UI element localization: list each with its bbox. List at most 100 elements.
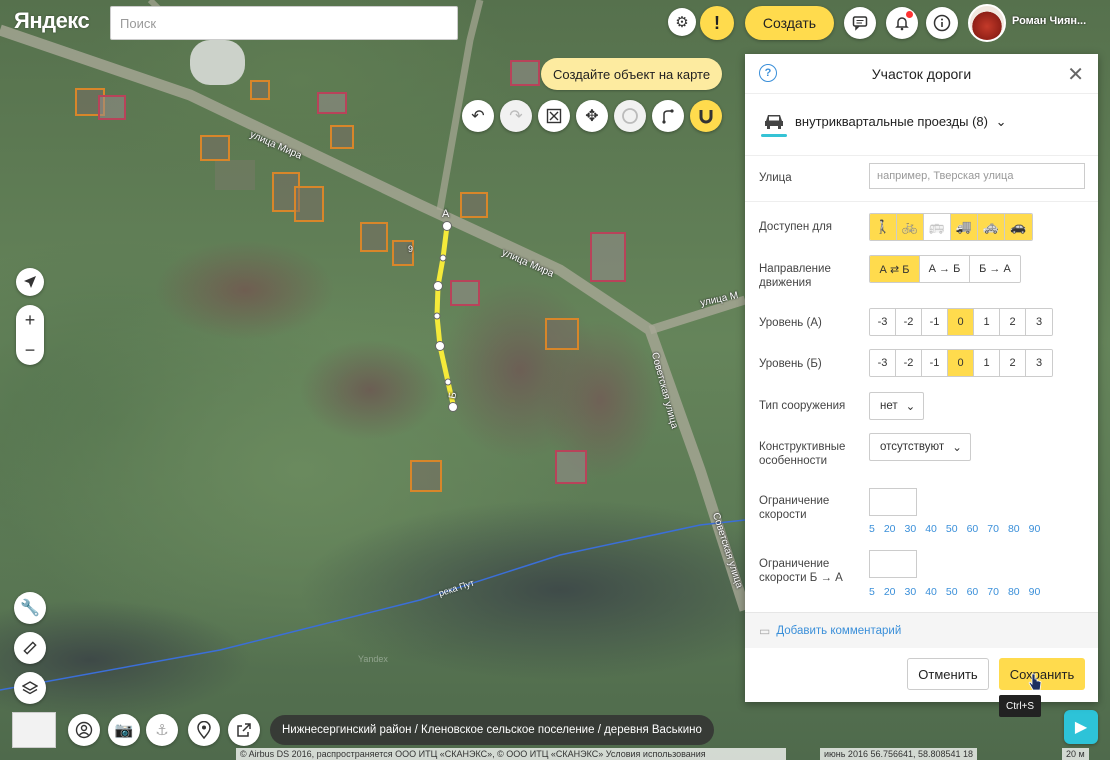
hand-cursor-icon	[1028, 673, 1042, 691]
close-icon[interactable]: ✕	[1067, 62, 1084, 87]
bus-access-toggle[interactable]: 🚌	[924, 214, 951, 240]
level-option[interactable]: 3	[1026, 309, 1052, 335]
direction-option[interactable]: Б → А	[970, 256, 1020, 282]
ruler-button[interactable]	[14, 632, 46, 664]
level-option[interactable]: 2	[1000, 309, 1026, 335]
circle-button[interactable]	[614, 100, 646, 132]
add-comment-link[interactable]: ▭ Добавить комментарий	[745, 612, 1098, 648]
place-button[interactable]	[188, 714, 220, 746]
share-button[interactable]	[228, 714, 260, 746]
features-select[interactable]: отсутствуют ⌄	[869, 433, 971, 461]
level-option[interactable]: 3	[1026, 350, 1052, 376]
user-avatar[interactable]	[968, 4, 1006, 42]
speed-option[interactable]: 50	[946, 523, 958, 535]
branch-button[interactable]	[652, 100, 684, 132]
level-option[interactable]: 1	[974, 350, 1000, 376]
branch-icon	[662, 109, 674, 124]
speed-option[interactable]: 20	[884, 586, 896, 598]
road-type-row[interactable]: внутриквартальные проезды (8) ⌄	[745, 94, 1098, 156]
app-launcher-button[interactable]: ▶	[1064, 710, 1098, 744]
level-option[interactable]: -2	[896, 309, 922, 335]
speed-option[interactable]: 5	[869, 586, 875, 598]
cancel-button[interactable]: Отменить	[907, 658, 989, 690]
info-button[interactable]	[926, 7, 958, 39]
location-breadcrumb[interactable]: Нижнесергинский район / Кленовское сельс…	[270, 715, 714, 745]
speed-option[interactable]: 70	[987, 523, 999, 535]
speed-option[interactable]: 40	[925, 523, 937, 535]
direction-option[interactable]: А → Б	[920, 256, 970, 282]
edit-toolbar: ↶ ↷ ✥	[462, 100, 722, 132]
direction-option[interactable]: А ⇄ Б	[870, 256, 920, 282]
minimap[interactable]	[12, 712, 56, 748]
camera-icon: 📷	[114, 722, 134, 739]
features-value: отсутствуют	[880, 441, 945, 453]
street-label: Улица	[759, 172, 792, 184]
bus-icon: 🚌	[928, 219, 946, 234]
speed-option[interactable]: 40	[925, 586, 937, 598]
road-type-select[interactable]: внутриквартальные проезды (8) ⌄	[795, 114, 1007, 130]
street-input[interactable]	[869, 163, 1085, 189]
truck-access-toggle[interactable]: 🚚	[951, 214, 978, 240]
speed-option[interactable]: 20	[884, 523, 896, 535]
warning-button[interactable]: !	[700, 6, 734, 40]
speed-option[interactable]: 30	[905, 523, 917, 535]
level-option[interactable]: -3	[870, 309, 896, 335]
pedestrian-icon: 🚶	[874, 219, 892, 234]
level-option[interactable]: -1	[922, 309, 948, 335]
create-button[interactable]: Создать	[745, 6, 834, 40]
pedestrian-access-toggle[interactable]: 🚶	[870, 214, 897, 240]
level-option[interactable]: 0	[948, 309, 974, 335]
search-input[interactable]	[110, 6, 458, 40]
redo-button[interactable]: ↷	[500, 100, 532, 132]
level-option[interactable]: -1	[922, 350, 948, 376]
speed-option[interactable]: 80	[1008, 523, 1020, 535]
move-icon: ✥	[585, 108, 599, 125]
locate-button[interactable]	[16, 268, 44, 296]
speed-option[interactable]: 50	[946, 586, 958, 598]
level-option[interactable]: 1	[974, 309, 1000, 335]
user-location-button[interactable]	[68, 714, 100, 746]
zoom-out-button[interactable]: −	[25, 340, 36, 361]
bicycle-access-toggle[interactable]: 🚲	[897, 214, 924, 240]
zoom-in-button[interactable]: +	[25, 310, 36, 331]
speed-option[interactable]: 80	[1008, 586, 1020, 598]
level-option[interactable]: 2	[1000, 350, 1026, 376]
car-access-toggle[interactable]: 🚗	[1005, 214, 1032, 240]
settings-button[interactable]: ⚙	[668, 8, 696, 36]
speed-option[interactable]: 30	[905, 586, 917, 598]
snap-button[interactable]	[690, 100, 722, 132]
ruler-icon	[23, 641, 37, 655]
delete-segment-button[interactable]	[538, 100, 570, 132]
bicycle-icon: 🚲	[901, 219, 919, 234]
speed-option[interactable]: 60	[967, 523, 979, 535]
chevron-down-icon: ⌄	[905, 401, 916, 413]
access-toggle-group: 🚶 🚲 🚌 🚚 🚕 🚗	[869, 213, 1033, 241]
notifications-button[interactable]	[886, 7, 918, 39]
map-pin-icon	[197, 721, 211, 739]
speed-option[interactable]: 70	[987, 586, 999, 598]
speed-option[interactable]: 90	[1029, 523, 1041, 535]
speed-option[interactable]: 60	[967, 586, 979, 598]
user-name[interactable]: Роман Чиян...	[1012, 15, 1086, 27]
tools-button[interactable]: 🔧	[14, 592, 46, 624]
yandex-logo[interactable]: Яндекс	[14, 8, 90, 34]
speed-option[interactable]: 90	[1029, 586, 1041, 598]
level-option[interactable]: -2	[896, 350, 922, 376]
save-button[interactable]: Сохранить	[999, 658, 1085, 690]
move-button[interactable]: ✥	[576, 100, 608, 132]
car-icon: 🚗	[1010, 219, 1027, 234]
layers-button[interactable]	[14, 672, 46, 704]
speed-limit-ba-input[interactable]	[869, 550, 917, 578]
structure-select[interactable]: нет ⌄	[869, 392, 925, 420]
level-a-toggle-group: -3 -2 -1 0 1 2 3	[869, 308, 1053, 336]
taxi-access-toggle[interactable]: 🚕	[978, 214, 1005, 240]
create-object-tooltip: Создайте объект на карте	[541, 58, 723, 90]
speed-option[interactable]: 5	[869, 523, 875, 535]
level-option[interactable]: -3	[870, 350, 896, 376]
messages-button[interactable]	[844, 7, 876, 39]
level-option[interactable]: 0	[948, 350, 974, 376]
undo-button[interactable]: ↶	[462, 100, 494, 132]
anchor-button[interactable]: ⚓	[146, 714, 178, 746]
photo-button[interactable]: 📷	[108, 714, 140, 746]
speed-limit-input[interactable]	[869, 488, 917, 516]
